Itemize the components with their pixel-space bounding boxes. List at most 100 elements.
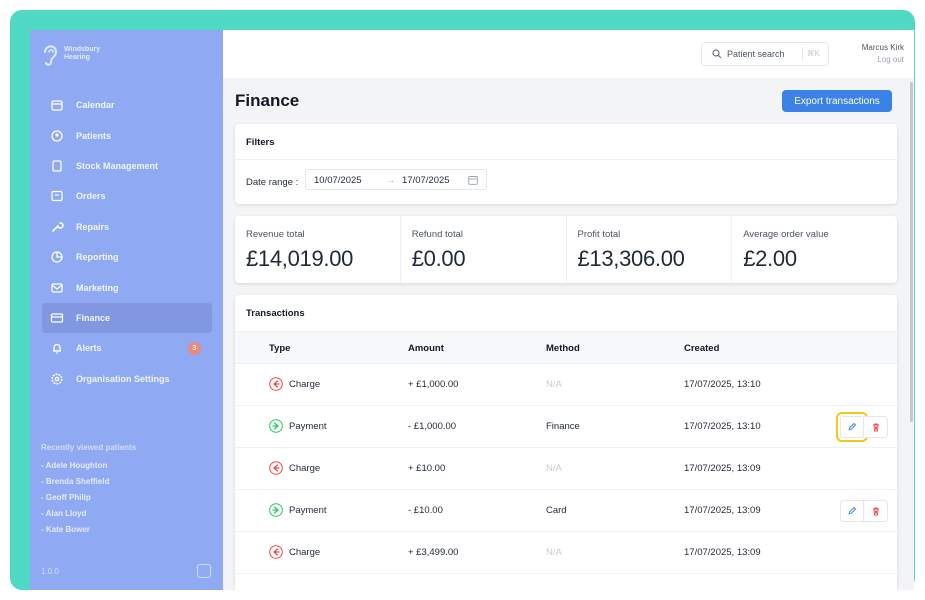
stat-label: Refund total [411,229,463,240]
method-cell: Card [546,505,567,516]
calendar-icon [51,100,63,111]
edit-button[interactable] [840,500,864,522]
main-content: Finance Export transactions Filters Date… [223,78,914,590]
row-actions [840,500,888,522]
arrow-left-circle-icon [269,461,283,475]
calendar-icon[interactable] [468,175,478,185]
arrow-right-circle-icon [269,419,283,433]
brand-logo[interactable]: Windsbury Hearing [40,40,100,68]
sidebar-item-label: Organisation Settings [76,373,170,384]
sidebar-item-label: Patients [76,130,112,141]
logout-link[interactable]: Log out [862,54,904,66]
sidebar-item-finance[interactable]: Finance [42,302,212,334]
arrow-left-circle-icon [269,377,283,391]
amount-cell: + £1,000.00 [408,379,459,390]
transactions-table-header: Type Amount Method Created [235,331,897,364]
brand-name-line1: Windsbury [64,46,101,53]
patients-icon [51,129,63,142]
amount-cell: + £3,499.00 [408,547,459,558]
edit-button[interactable] [836,412,868,442]
sidebar-item-label: Alerts [76,343,102,354]
brand-name-line2: Hearing [64,54,91,61]
sidebar-item-alerts[interactable]: Alerts 3 [42,333,212,363]
sidebar-item-calendar[interactable]: Calendar [42,90,212,120]
table-row[interactable]: Charge + £3,499.00 N/A 17/07/2025, 13:09 [235,532,897,574]
sidebar-item-organisation-settings[interactable]: Organisation Settings [42,364,212,394]
date-range-label: Date range : [246,177,299,188]
search-icon [712,49,722,59]
recent-patient-link[interactable]: - Adele Houghton [41,458,136,474]
alerts-count-badge: 3 [188,342,201,356]
transactions-card: Transactions Type Amount Method Created … [235,295,897,590]
created-cell: 17/07/2025, 13:09 [684,463,761,474]
stat-value: £14,019.00 [246,246,354,271]
recent-patients: Recently viewed patients - Adele Houghto… [41,443,136,538]
created-cell: 17/07/2025, 13:09 [684,505,761,516]
transactions-title: Transactions [246,308,305,319]
sidebar-item-stock-management[interactable]: Stock Management [42,151,212,181]
bell-icon [53,344,61,355]
ear-logo-icon [44,45,58,66]
stat-label: Revenue total [246,229,305,240]
table-row[interactable]: Charge + £10.00 N/A 17/07/2025, 13:09 [235,448,897,490]
sidebar-collapse-icon[interactable] [197,564,211,578]
sidebar-item-label: Reporting [76,252,119,263]
card-icon [50,313,64,323]
recent-patient-link[interactable]: - Alan Lloyd [41,506,136,522]
created-cell: 17/07/2025, 13:09 [684,547,761,558]
stat-label: Average order value [743,229,829,240]
sidebar-item-label: Stock Management [76,160,159,171]
method-cell: N/A [546,547,562,558]
search-shortcut-hint: ⌘K [801,47,824,61]
type-label: Charge [289,462,321,474]
delete-button[interactable] [864,416,888,438]
patient-search-input[interactable]: Patient search ⌘K [701,42,829,66]
sidebar-item-repairs[interactable]: Repairs [42,212,212,242]
sidebar-item-patients[interactable]: Patients [42,120,212,150]
scrollbar[interactable] [910,82,913,422]
date-range-picker[interactable]: 10/07/2025 → 17/07/2025 [305,169,487,190]
sidebar-item-label: Calendar [76,100,115,111]
sidebar-item-reporting[interactable]: Reporting [42,242,212,272]
method-cell: N/A [546,463,562,474]
user-name: Marcus Kirk [861,43,904,52]
chart-icon [51,251,63,263]
divider [235,159,897,160]
brand-name: Windsbury Hearing [64,46,100,62]
type-cell: Charge [269,461,320,475]
export-transactions-button[interactable]: Export transactions [782,90,892,112]
table-row[interactable]: Payment - £10.00 Card 17/07/2025, 13:09 [235,490,897,532]
sidebar-item-label: Finance [76,312,111,323]
user-menu: Marcus Kirk Log out [862,42,904,66]
sidebar-item-label: Marketing [76,282,119,293]
stock-icon [52,160,62,172]
stat-label: Profit total [577,229,621,240]
sidebar-item-marketing[interactable]: Marketing [42,272,212,302]
date-to-input[interactable]: 17/07/2025 [402,175,450,186]
type-cell: Payment [269,503,327,517]
filters-title: Filters [246,137,275,148]
pencil-icon [848,507,856,515]
recent-patient-link[interactable]: - Brenda Sheffield [41,474,136,490]
top-bar: Patient search ⌘K Marcus Kirk Log out [223,30,914,78]
recent-patient-link[interactable]: - Kate Bower [41,522,136,538]
table-row[interactable]: Payment - £1,000.00 Finance 17/07/2025, 13:… [235,406,897,448]
delete-button[interactable] [864,500,888,522]
app-version: 1.0.0 [41,567,59,576]
table-row[interactable]: Charge + £1,000.00 N/A 17/07/2025, 13:10 [235,364,897,406]
date-from-input[interactable]: 10/07/2025 [314,175,362,186]
created-cell: 17/07/2025, 13:10 [684,421,761,432]
type-cell: Charge [269,545,320,559]
sidebar-item-orders[interactable]: Orders [42,181,212,211]
type-label: Payment [289,504,327,516]
pencil-icon [848,423,856,431]
screenshot-frame: Windsbury Hearing Calendar Patients Stock … [10,10,915,590]
page-title: Finance [235,91,300,110]
column-header-created: Created [684,343,720,354]
method-cell: N/A [546,379,562,390]
recent-patient-link[interactable]: - Geoff Philip [41,490,136,506]
amount-cell: + £10.00 [408,463,446,474]
created-cell: 17/07/2025, 13:10 [684,379,761,390]
wrench-icon [52,221,64,232]
column-header-method: Method [546,343,580,354]
